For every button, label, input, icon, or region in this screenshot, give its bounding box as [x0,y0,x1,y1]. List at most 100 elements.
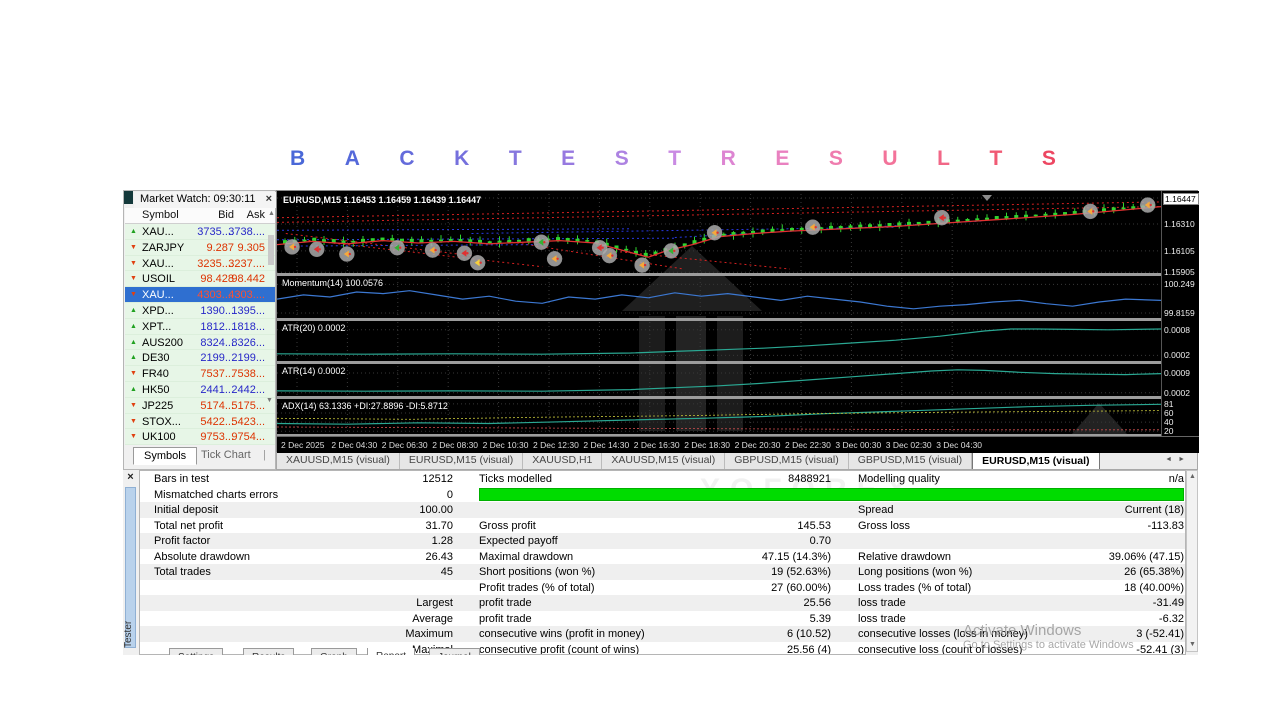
trade-marker-icon[interactable] [533,234,550,250]
indicator-label-atr20: ATR(20) 0.0002 [282,323,346,333]
chart-tab[interactable]: EURUSD,M15 (visual) [972,452,1100,469]
market-watch-row[interactable]: ▲ HK50 2441... 2442... [125,382,275,398]
trade-marker-icon[interactable] [934,209,950,226]
pane-separator[interactable] [277,318,1199,321]
chart-tab[interactable]: GBPUSD,M15 (visual) [725,452,849,469]
time-label: 2 Dec 20:30 [734,440,781,450]
chart-tab[interactable]: GBPUSD,M15 (visual) [848,452,973,469]
trade-marker-icon[interactable] [546,251,563,267]
pane-separator[interactable] [277,273,1199,276]
price-scale-label: 99.8159 [1164,307,1195,318]
trade-marker-icon[interactable] [634,257,650,273]
ask-value: 5175... [231,399,265,412]
trade-marker-icon[interactable] [1139,197,1156,213]
trade-marker-icon[interactable] [456,245,473,261]
trade-marker-icon[interactable] [1082,203,1099,220]
trade-marker-icon[interactable] [424,242,441,258]
market-watch-row[interactable]: ▲ XAU... 3735.... 3738.... [125,224,275,240]
ask-value: 4303.... [228,289,265,302]
tab-symbols[interactable]: Symbols [133,447,198,465]
tester-tab[interactable]: Graph [311,648,357,655]
pane-separator[interactable] [277,361,1199,364]
scroll-up-icon[interactable]: ▲ [268,210,275,217]
market-watch-row[interactable]: ▼ UK100 9753... 9754... [125,429,275,446]
tab-scroll-icons[interactable]: ◄► [1165,456,1191,463]
chart-tab[interactable]: XAUUSD,M15 (visual) [277,452,400,469]
results-scrollbar[interactable]: ▲ ▼ [1186,470,1198,652]
trade-marker-icon[interactable] [706,224,723,241]
tester-tab[interactable]: Journal [429,648,480,655]
column-ask[interactable]: Ask [125,209,265,221]
arrow-left-icon: ◄ [1165,456,1179,463]
market-watch-row[interactable]: ▼ ZARJPY 9.287 9.305 [125,240,275,256]
market-watch-row[interactable]: ▼ STOX... 5422... 5423... [125,414,275,430]
tester-tab[interactable]: Results [243,648,295,655]
chart-tab[interactable]: XAUUSD,H1 [523,452,603,469]
windows-activation-watermark: Activate Windows Go to Settings to activ… [963,622,1134,651]
chart-region[interactable]: EURUSD,M15 1.16453 1.16459 1.16439 1.164… [276,190,1199,453]
chart-shift-icon[interactable] [982,195,992,201]
trade-marker-icon[interactable] [389,239,405,256]
ask-value: 1395... [231,304,265,317]
title-letter: T [668,147,682,170]
market-watch-row[interactable]: ▼ FR40 7537... 7538... [125,366,275,382]
market-watch-panel: Market Watch: 09:30:11 × Symbol Bid Ask … [123,190,276,470]
title-letter: T [989,147,1003,170]
table-row[interactable]: Total net profit 31.70 Gross profit 145.53 G… [140,518,1185,534]
trade-marker-icon[interactable] [804,219,821,235]
chart-symbol-title: EURUSD,M15 1.16453 1.16459 1.16439 1.164… [283,195,482,205]
scroll-down-icon[interactable]: ▼ [266,397,273,404]
trade-marker-icon[interactable] [309,241,325,258]
market-watch-row[interactable]: ▲ DE30 2199... 2199... [125,350,275,367]
ask-value: 9.305 [237,241,265,254]
table-row[interactable]: Total trades 45 Short positions (won %) 19 … [140,564,1185,580]
trade-marker-icon[interactable] [339,246,355,262]
market-watch-row[interactable]: ▲ XPT... 1812... 1818... [125,319,275,335]
tab-tick-chart[interactable]: Tick Chart [201,449,251,461]
table-row[interactable]: Profit factor 1.28 Expected payoff 0.70 [140,533,1185,549]
table-row[interactable]: Absolute drawdown 26.43 Maximal drawdown 47… [140,549,1185,565]
price-scale-label: 0.0002 [1164,350,1190,361]
market-watch-header-row: Symbol Bid Ask ▲ [125,208,275,224]
tester-tab[interactable]: Settings [169,648,224,655]
table-row[interactable]: Profit trades (% of total) 27 (60.00%) Los… [140,580,1185,596]
ask-value: 1818... [231,320,265,333]
time-label: 2 Dec 10:30 [482,440,529,450]
time-label: 2 Dec 18:30 [684,440,731,450]
ask-value: 9754... [231,431,265,444]
chart-tab[interactable]: EURUSD,M15 (visual) [399,452,524,469]
pane-separator[interactable] [277,396,1199,399]
market-watch-row[interactable]: ▼ JP225 5174... 5175... [125,398,275,414]
table-row[interactable]: Bars in test 12512 Ticks modelled 8488921 Mo… [140,471,1185,487]
table-row[interactable]: Largest profit trade 25.56 loss trade -31.49 [140,595,1185,611]
market-watch-row[interactable]: ▲ AUS200 8324... 8326... [125,335,275,351]
trade-marker-icon[interactable] [663,243,680,259]
title-letter: U [882,147,898,170]
time-label: 3 Dec 02:30 [885,440,932,450]
close-icon[interactable]: × [124,471,137,484]
row-value: -31.49 [1152,597,1184,609]
scrollbar-thumb[interactable] [268,235,274,265]
trade-marker-icon[interactable] [601,247,618,264]
price-scale-label: 1.16447 [1163,192,1199,205]
trade-marker-icon[interactable] [469,254,486,271]
chart-tab[interactable]: XAUUSD,M15 (visual) [602,452,726,469]
market-watch-titlebar: Market Watch: 09:30:11 × [134,192,276,208]
close-icon[interactable]: × [266,193,272,208]
table-row[interactable]: Initial deposit 100.00 Spread Current (18) [140,502,1185,518]
time-label: 3 Dec 04:30 [936,440,983,450]
trade-marker-icon[interactable] [284,239,300,255]
title-letter: A [344,147,360,170]
chart-canvas[interactable] [277,191,1199,453]
tester-tab[interactable]: Report [367,648,416,655]
chart-tab-bar: ◄► XAUUSD,M15 (visual) EURUSD,M15 (visual… [276,452,1198,470]
market-watch-row[interactable]: ▼ XAU... 3235.... 3237.... [125,256,275,272]
ask-value: 2442... [231,383,265,396]
market-watch-row[interactable]: ▼ XAU... 4303.... 4303.... [125,287,275,303]
table-row[interactable]: Mismatched charts errors 0 [140,487,1185,503]
market-watch-row[interactable]: ▲ XPD... 1390... 1395... [125,303,275,319]
ask-value: 3738.... [228,226,265,238]
title-letter: S [614,147,629,170]
market-watch-row[interactable]: ▼ USOIL 98.428 98.442 [125,271,275,288]
market-watch-title: Market Watch: 09:30:11 [140,193,256,205]
